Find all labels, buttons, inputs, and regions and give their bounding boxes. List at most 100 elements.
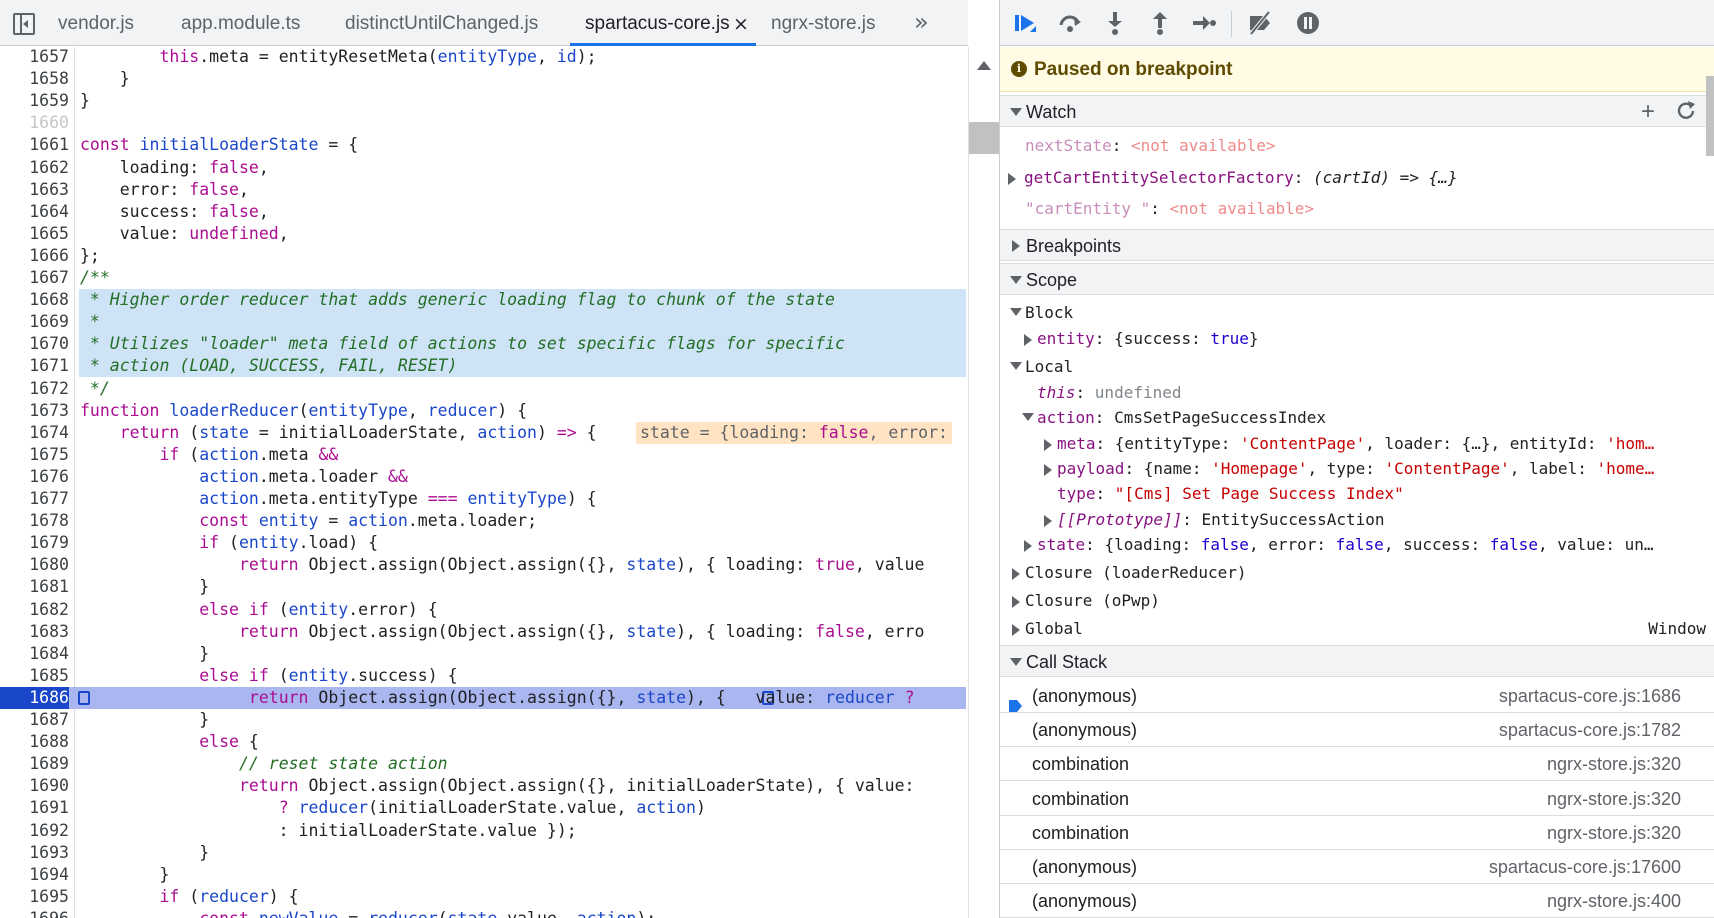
code-line[interactable]: 1676 action.meta.loader && xyxy=(0,466,966,488)
code-line[interactable]: 1695 if (reducer) { xyxy=(0,886,966,908)
deactivate-breakpoints-icon[interactable] xyxy=(1247,10,1273,36)
line-number[interactable]: 1687 xyxy=(0,709,69,731)
line-number[interactable]: 1681 xyxy=(0,576,69,598)
code-line[interactable]: 1674 return (state = initialLoaderState,… xyxy=(0,421,966,444)
line-number[interactable]: 1667 xyxy=(0,267,69,289)
line-number[interactable]: 1675 xyxy=(0,444,69,466)
line-number[interactable]: 1658 xyxy=(0,68,69,90)
call-frame-location[interactable]: spartacus-core.js:1686 xyxy=(1499,680,1681,712)
call-frame-location[interactable]: ngrx-store.js:320 xyxy=(1547,817,1681,849)
step-out-icon[interactable] xyxy=(1147,10,1173,36)
code-line[interactable]: 1671 * action (LOAD, SUCCESS, FAIL, RESE… xyxy=(0,355,966,378)
more-tabs-icon[interactable]: » xyxy=(914,8,929,36)
line-number[interactable]: 1679 xyxy=(0,532,69,554)
scope-closure-opwp[interactable]: Closure (oPwp) xyxy=(1000,590,1700,612)
scope-block[interactable]: Block xyxy=(1000,302,1700,324)
scope-this[interactable]: this: undefined xyxy=(1037,382,1182,404)
line-number[interactable]: 1660 xyxy=(0,112,69,134)
line-number[interactable]: 1696 xyxy=(0,908,69,918)
call-frame-location[interactable]: spartacus-core.js:1782 xyxy=(1499,714,1681,746)
line-number[interactable]: 1672 xyxy=(0,378,69,400)
call-stack-section-header[interactable]: Call Stack xyxy=(1000,645,1714,677)
code-line[interactable]: 1693 } xyxy=(0,842,966,864)
code-line[interactable]: 1689 // reset state action xyxy=(0,753,966,775)
code-line[interactable]: 1691 ? reducer(initialLoaderState.value,… xyxy=(0,797,966,819)
line-number[interactable]: 1673 xyxy=(0,400,69,422)
code-line[interactable]: 1661 const initialLoaderState = { xyxy=(0,134,966,156)
code-line[interactable]: 1673 function loaderReducer(entityType, r… xyxy=(0,400,966,422)
code-line[interactable]: 1694 } xyxy=(0,864,966,886)
code-area[interactable]: 1657 this.meta = entityResetMeta(entityT… xyxy=(0,47,968,918)
code-line[interactable]: 1672 */ xyxy=(0,378,966,400)
scope-global[interactable]: Global Window xyxy=(1000,618,1706,640)
code-line[interactable]: 1669 * xyxy=(0,311,966,334)
line-number[interactable]: 1659 xyxy=(0,90,69,112)
call-frame[interactable]: combination ngrx-store.js:320 xyxy=(1000,817,1714,850)
tab-ngrx-store-js[interactable]: ngrx-store.js xyxy=(771,0,876,46)
call-frame-location[interactable]: ngrx-store.js:320 xyxy=(1547,748,1681,780)
tab-app-module-ts[interactable]: app.module.ts xyxy=(181,0,300,46)
scope-section-header[interactable]: Scope xyxy=(1000,263,1714,295)
line-number[interactable]: 1668 xyxy=(0,289,69,311)
line-number[interactable]: 1666 xyxy=(0,245,69,267)
code-line[interactable]: 1664 success: false, xyxy=(0,201,966,223)
line-number[interactable]: 1692 xyxy=(0,820,69,842)
call-frame[interactable]: (anonymous) spartacus-core.js:1686 xyxy=(1000,680,1714,713)
scope-action-payload[interactable]: payload: {name: 'Homepage', type: 'Conte… xyxy=(1000,458,1705,480)
code-line[interactable]: 1685 else if (entity.success) { xyxy=(0,665,966,687)
code-line[interactable]: 1687 } xyxy=(0,709,966,731)
scope-action-meta[interactable]: meta: {entityType: 'ContentPage', loader… xyxy=(1000,433,1705,455)
line-number[interactable]: 1671 xyxy=(0,355,69,377)
navigator-toggle-icon[interactable] xyxy=(13,13,35,35)
line-number[interactable]: 1689 xyxy=(0,753,69,775)
scroll-thumb[interactable] xyxy=(969,122,999,154)
code-line[interactable]: 1675 if (action.meta && xyxy=(0,444,966,466)
code-line[interactable]: 1660 xyxy=(0,112,966,134)
code-line[interactable]: 1663 error: false, xyxy=(0,179,966,201)
line-number[interactable]: 1662 xyxy=(0,157,69,179)
line-number[interactable]: 1657 xyxy=(0,47,69,68)
code-line[interactable]: 1658 } xyxy=(0,68,966,90)
step-into-icon[interactable] xyxy=(1102,10,1128,36)
tab-close-icon[interactable]: × xyxy=(733,0,749,48)
tab-distinct-until-changed-js[interactable]: distinctUntilChanged.js xyxy=(345,0,538,46)
call-frame[interactable]: (anonymous) spartacus-core.js:17600 xyxy=(1000,851,1714,884)
call-frame[interactable]: combination ngrx-store.js:320 xyxy=(1000,783,1714,816)
pause-on-exceptions-icon[interactable] xyxy=(1295,10,1321,36)
code-line[interactable]: 1670 * Utilizes "loader" meta field of a… xyxy=(0,333,966,356)
code-line[interactable]: 1690 return Object.assign(Object.assign(… xyxy=(0,775,966,797)
watch-section-header[interactable]: Watch + xyxy=(1000,95,1714,127)
watch-item[interactable]: nextState: <not available> xyxy=(1025,135,1275,157)
scope-closure-loader-reducer[interactable]: Closure (loaderReducer) xyxy=(1000,562,1700,584)
line-number[interactable]: 1684 xyxy=(0,643,69,665)
line-number[interactable]: 1683 xyxy=(0,621,69,643)
watch-item[interactable]: getCartEntitySelectorFactory: (cartId) =… xyxy=(1008,167,1457,189)
line-number[interactable]: 1663 xyxy=(0,179,69,201)
line-number[interactable]: 1678 xyxy=(0,510,69,532)
sidebar-scrollbar-thumb[interactable] xyxy=(1706,76,1714,156)
line-number[interactable]: 1680 xyxy=(0,554,69,576)
line-number[interactable]: 1693 xyxy=(0,842,69,864)
call-frame[interactable]: (anonymous) ngrx-store.js:400 xyxy=(1000,885,1714,918)
breakpoints-section-header[interactable]: Breakpoints xyxy=(1000,229,1714,261)
watch-item[interactable]: "cartEntity ": <not available> xyxy=(1025,198,1314,220)
code-line[interactable]: 1662 loading: false, xyxy=(0,157,966,179)
code-line[interactable]: 1657 this.meta = entityResetMeta(entityT… xyxy=(0,47,966,68)
scope-local[interactable]: Local xyxy=(1000,356,1700,378)
step-over-icon[interactable] xyxy=(1057,10,1083,36)
line-number[interactable]: 1688 xyxy=(0,731,69,753)
editor-scrollbar[interactable] xyxy=(968,47,999,918)
line-number[interactable]: 1661 xyxy=(0,134,69,156)
code-line[interactable]: 1684 } xyxy=(0,643,966,665)
tab-spartacus-core-js[interactable]: spartacus-core.js xyxy=(570,0,756,46)
code-line[interactable]: 1681 } xyxy=(0,576,966,598)
line-number[interactable]: 1669 xyxy=(0,311,69,333)
scope-entity[interactable]: entity: {success: true} xyxy=(1000,328,1700,350)
code-line[interactable]: 1683 return Object.assign(Object.assign(… xyxy=(0,621,966,643)
code-line[interactable]: 1692 : initialLoaderState.value }); xyxy=(0,820,966,842)
code-line[interactable]: 1678 const entity = action.meta.loader; xyxy=(0,510,966,532)
scope-action-prototype[interactable]: [[Prototype]]: EntitySuccessAction xyxy=(1000,509,1700,531)
code-line[interactable]: 1677 action.meta.entityType === entityTy… xyxy=(0,488,966,510)
inline-value-preview[interactable]: state = {loading: false, error: xyxy=(636,421,952,444)
refresh-icon[interactable] xyxy=(1675,100,1697,122)
